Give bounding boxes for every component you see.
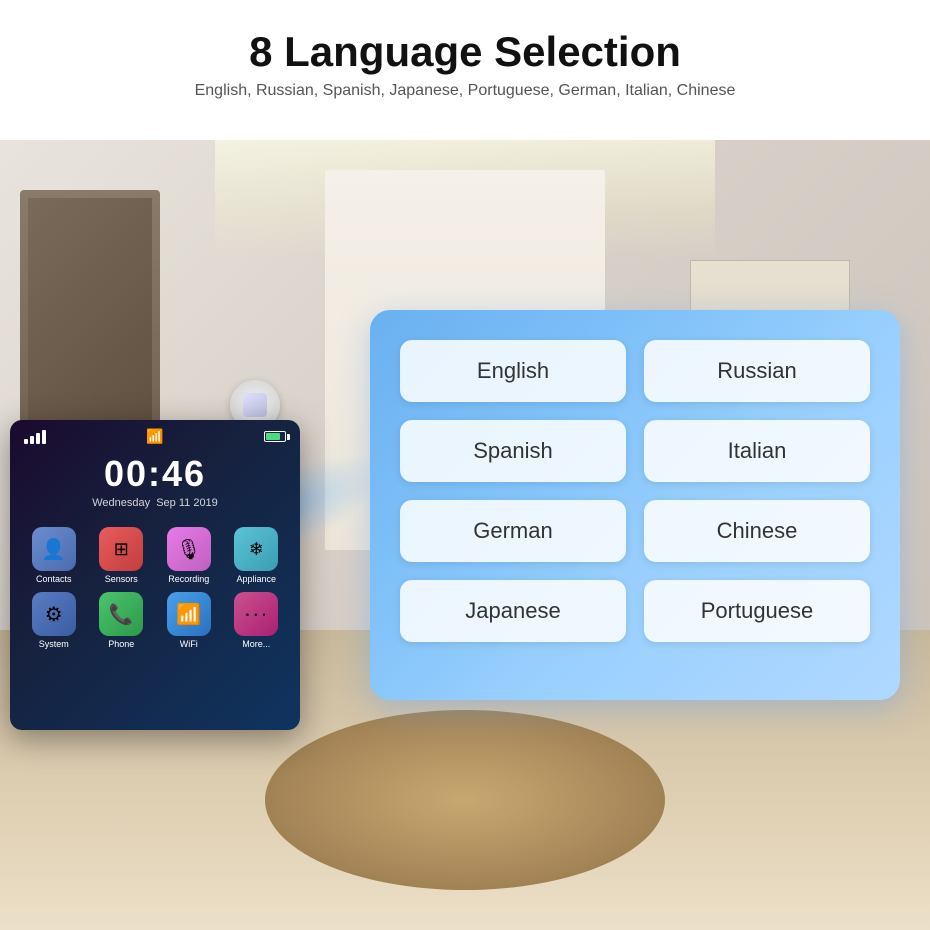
app-sensors[interactable]: ⊞ Sensors (92, 527, 152, 584)
page-subtitle: English, Russian, Spanish, Japanese, Por… (0, 82, 930, 100)
app-system[interactable]: ⚙ System (24, 592, 84, 649)
device-apps-grid: 👤 Contacts ⊞ Sensors 🎙 Recording ❄ Appli… (10, 519, 300, 657)
app-appliance[interactable]: ❄ Appliance (227, 527, 287, 584)
wifi-icon: 📶 (146, 428, 163, 445)
device-date: Wednesday Sep 11 2019 (10, 497, 300, 519)
lang-japanese-button[interactable]: Japanese (400, 580, 626, 642)
lang-portuguese-button[interactable]: Portuguese (644, 580, 870, 642)
app-phone-label: Phone (108, 639, 134, 649)
signal-bars (24, 430, 46, 444)
device-screen: 📶 00:46 Wednesday Sep 11 2019 👤 Contacts… (10, 420, 300, 730)
signal-bar-4 (42, 430, 46, 444)
lang-english-button[interactable]: English (400, 340, 626, 402)
battery-indicator (264, 431, 286, 442)
page-title: 8 Language Selection (0, 28, 930, 76)
device-status-bar: 📶 (10, 420, 300, 449)
app-recording[interactable]: 🎙 Recording (159, 527, 219, 584)
room-background: 📶 00:46 Wednesday Sep 11 2019 👤 Contacts… (0, 140, 930, 930)
lang-spanish-button[interactable]: Spanish (400, 420, 626, 482)
lang-italian-button[interactable]: Italian (644, 420, 870, 482)
page-header: 8 Language Selection English, Russian, S… (0, 0, 930, 110)
lang-german-button[interactable]: German (400, 500, 626, 562)
app-contacts[interactable]: 👤 Contacts (24, 527, 84, 584)
device-time: 00:46 (10, 449, 300, 497)
app-appliance-label: Appliance (236, 574, 276, 584)
app-more-icon: ··· (234, 592, 278, 636)
lang-russian-button[interactable]: Russian (644, 340, 870, 402)
table (265, 710, 665, 890)
lang-chinese-button[interactable]: Chinese (644, 500, 870, 562)
language-grid: English Russian Spanish Italian German C… (400, 340, 870, 642)
app-sensors-icon: ⊞ (99, 527, 143, 571)
signal-bar-2 (30, 436, 34, 444)
battery-fill (266, 433, 280, 440)
device-mockup: 📶 00:46 Wednesday Sep 11 2019 👤 Contacts… (10, 420, 300, 730)
app-system-icon: ⚙ (32, 592, 76, 636)
app-phone[interactable]: 📞 Phone (92, 592, 152, 649)
signal-bar-1 (24, 439, 28, 444)
app-system-label: System (39, 639, 69, 649)
app-wifi-icon: 📶 (167, 592, 211, 636)
app-wifi-label: WiFi (180, 639, 198, 649)
wall-device-inner (243, 393, 267, 417)
app-sensors-label: Sensors (105, 574, 138, 584)
app-contacts-label: Contacts (36, 574, 72, 584)
app-appliance-icon: ❄ (234, 527, 278, 571)
app-more-label: More... (242, 639, 270, 649)
app-recording-icon: 🎙 (167, 527, 211, 571)
app-recording-label: Recording (168, 574, 209, 584)
language-panel: English Russian Spanish Italian German C… (370, 310, 900, 700)
app-phone-icon: 📞 (99, 592, 143, 636)
app-contacts-icon: 👤 (32, 527, 76, 571)
signal-bar-3 (36, 433, 40, 444)
app-more[interactable]: ··· More... (227, 592, 287, 649)
app-wifi[interactable]: 📶 WiFi (159, 592, 219, 649)
